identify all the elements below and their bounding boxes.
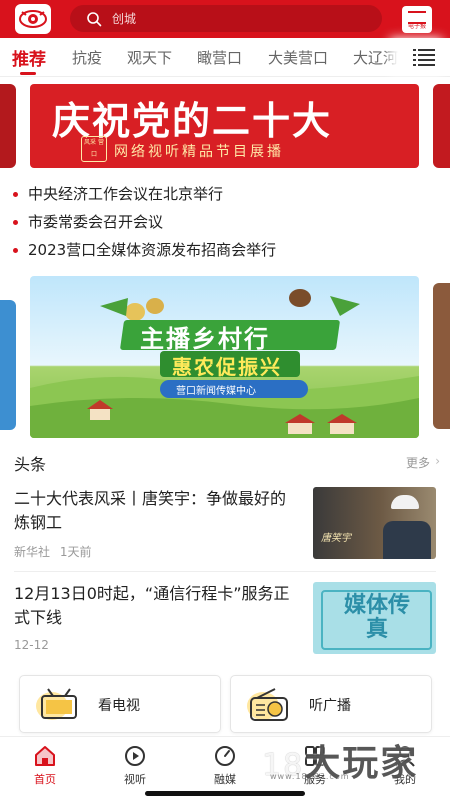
carousel2-prev-peek[interactable] (0, 300, 16, 430)
epaper-label: 电子报 (407, 23, 426, 30)
watermark-url: www.18183.com (270, 772, 350, 781)
headline-list: 中央经济工作会议在北京举行 市委常委会召开会议 2023营口全媒体资源发布招商会… (0, 180, 450, 264)
headline-item[interactable]: 中央经济工作会议在北京举行 (0, 180, 450, 208)
search-bar[interactable] (70, 5, 382, 32)
epaper-button[interactable]: 电子报 (402, 6, 432, 33)
section-title: 头条 (14, 455, 47, 474)
news-time: 1天前 (59, 545, 92, 559)
carousel2-next-peek[interactable] (433, 283, 450, 429)
helmet-shape (391, 495, 419, 509)
search-input[interactable] (110, 10, 354, 27)
nav-home[interactable]: 首页 (15, 745, 75, 787)
divider (14, 571, 436, 572)
more-link[interactable]: 更多 (406, 454, 430, 471)
news-item[interactable]: 二十大代表风采丨唐笑宇：争做最好的炼钢工 新华社 1天前 唐笑宇 (0, 487, 450, 567)
rural-tour-banner[interactable]: 主播乡村行 惠农促振兴 营口新闻传媒中心 (30, 276, 419, 438)
radio-icon (247, 688, 288, 721)
news-source: 新华社 (14, 545, 51, 559)
tab-daliao-river[interactable]: 大辽河 (353, 47, 398, 68)
top-header: 电子报 (0, 0, 450, 38)
category-tabs: 推荐 抗疫 观天下 瞰营口 大美营口 大辽河 (0, 38, 450, 77)
play-icon (125, 746, 145, 766)
banner2-org: 营口新闻传媒中心 (176, 386, 256, 397)
news-meta: 新华社 1天前 (14, 543, 91, 560)
banner-seal: 风采 营口 (81, 136, 107, 162)
card-label: 看电视 (98, 698, 140, 714)
watch-tv-card[interactable]: 看电视 (19, 675, 221, 733)
top-banner-carousel[interactable]: 庆祝党的二十大 风采 营口 网络视听精品节目展播 (0, 84, 450, 170)
channel-menu-button[interactable] (398, 38, 450, 75)
news-title: 二十大代表风采丨唐笑宇：争做最好的炼钢工 (14, 489, 287, 532)
home-icon (35, 746, 55, 766)
thumbnail-caption: 媒体传真 (343, 593, 410, 642)
headline-item[interactable]: 2023营口全媒体资源发布招商会举行 (0, 236, 450, 264)
party-congress-banner[interactable]: 庆祝党的二十大 风采 营口 网络视听精品节目展播 (30, 84, 419, 168)
search-icon (87, 11, 102, 26)
headline-item[interactable]: 市委常委会召开会议 (0, 208, 450, 236)
tab-yingkou-view[interactable]: 瞰营口 (197, 47, 242, 68)
home-indicator[interactable] (145, 791, 305, 796)
news-thumbnail: 唐笑宇 (313, 487, 436, 559)
chevron-right-icon[interactable]: › (435, 454, 440, 468)
news-item[interactable]: 12月13日0时起，“通信行程卡”服务正式下线 12-12 媒体传真 (0, 582, 450, 662)
tab-anti-epidemic[interactable]: 抗疫 (72, 47, 102, 68)
listen-radio-card[interactable]: 听广播 (230, 675, 432, 733)
news-meta: 12-12 (14, 638, 49, 652)
active-tab-indicator (20, 72, 36, 75)
nav-media[interactable]: 融媒 (195, 745, 255, 787)
tab-recommend[interactable]: 推荐 (12, 45, 46, 70)
eye-logo-icon (19, 10, 47, 28)
thumbnail-caption: 唐笑宇 (321, 533, 351, 544)
quick-entry-cards: 看电视 听广播 (0, 675, 450, 733)
tv-icon (36, 688, 77, 720)
card-label: 听广播 (309, 698, 351, 714)
nav-av[interactable]: 视听 (105, 745, 165, 787)
top-news-section-header: 头条 更多 › (0, 447, 450, 475)
app-logo[interactable] (15, 4, 51, 34)
tab-beautiful-yingkou[interactable]: 大美营口 (268, 47, 328, 68)
tab-world[interactable]: 观天下 (127, 47, 172, 68)
nav-label: 融媒 (214, 773, 236, 786)
nav-label: 首页 (34, 773, 56, 786)
nav-label: 视听 (124, 773, 146, 786)
bullet-dot (13, 192, 18, 197)
carousel-prev-peek[interactable] (0, 84, 16, 168)
carousel-next-peek[interactable] (433, 84, 450, 168)
bullet-dot (13, 248, 18, 253)
banner-subtitle: 网络视听精品节目展播 (114, 144, 284, 160)
news-time: 12-12 (14, 638, 49, 652)
menu-icon (413, 48, 435, 66)
worker-shape (383, 521, 431, 559)
banner2-title: 主播乡村行 (140, 325, 270, 353)
compass-icon (215, 746, 235, 766)
banner2-subtitle: 惠农促振兴 (172, 355, 282, 379)
news-title: 12月13日0时起，“通信行程卡”服务正式下线 (14, 584, 290, 627)
bullet-dot (13, 220, 18, 225)
news-thumbnail: 媒体传真 (313, 582, 436, 654)
